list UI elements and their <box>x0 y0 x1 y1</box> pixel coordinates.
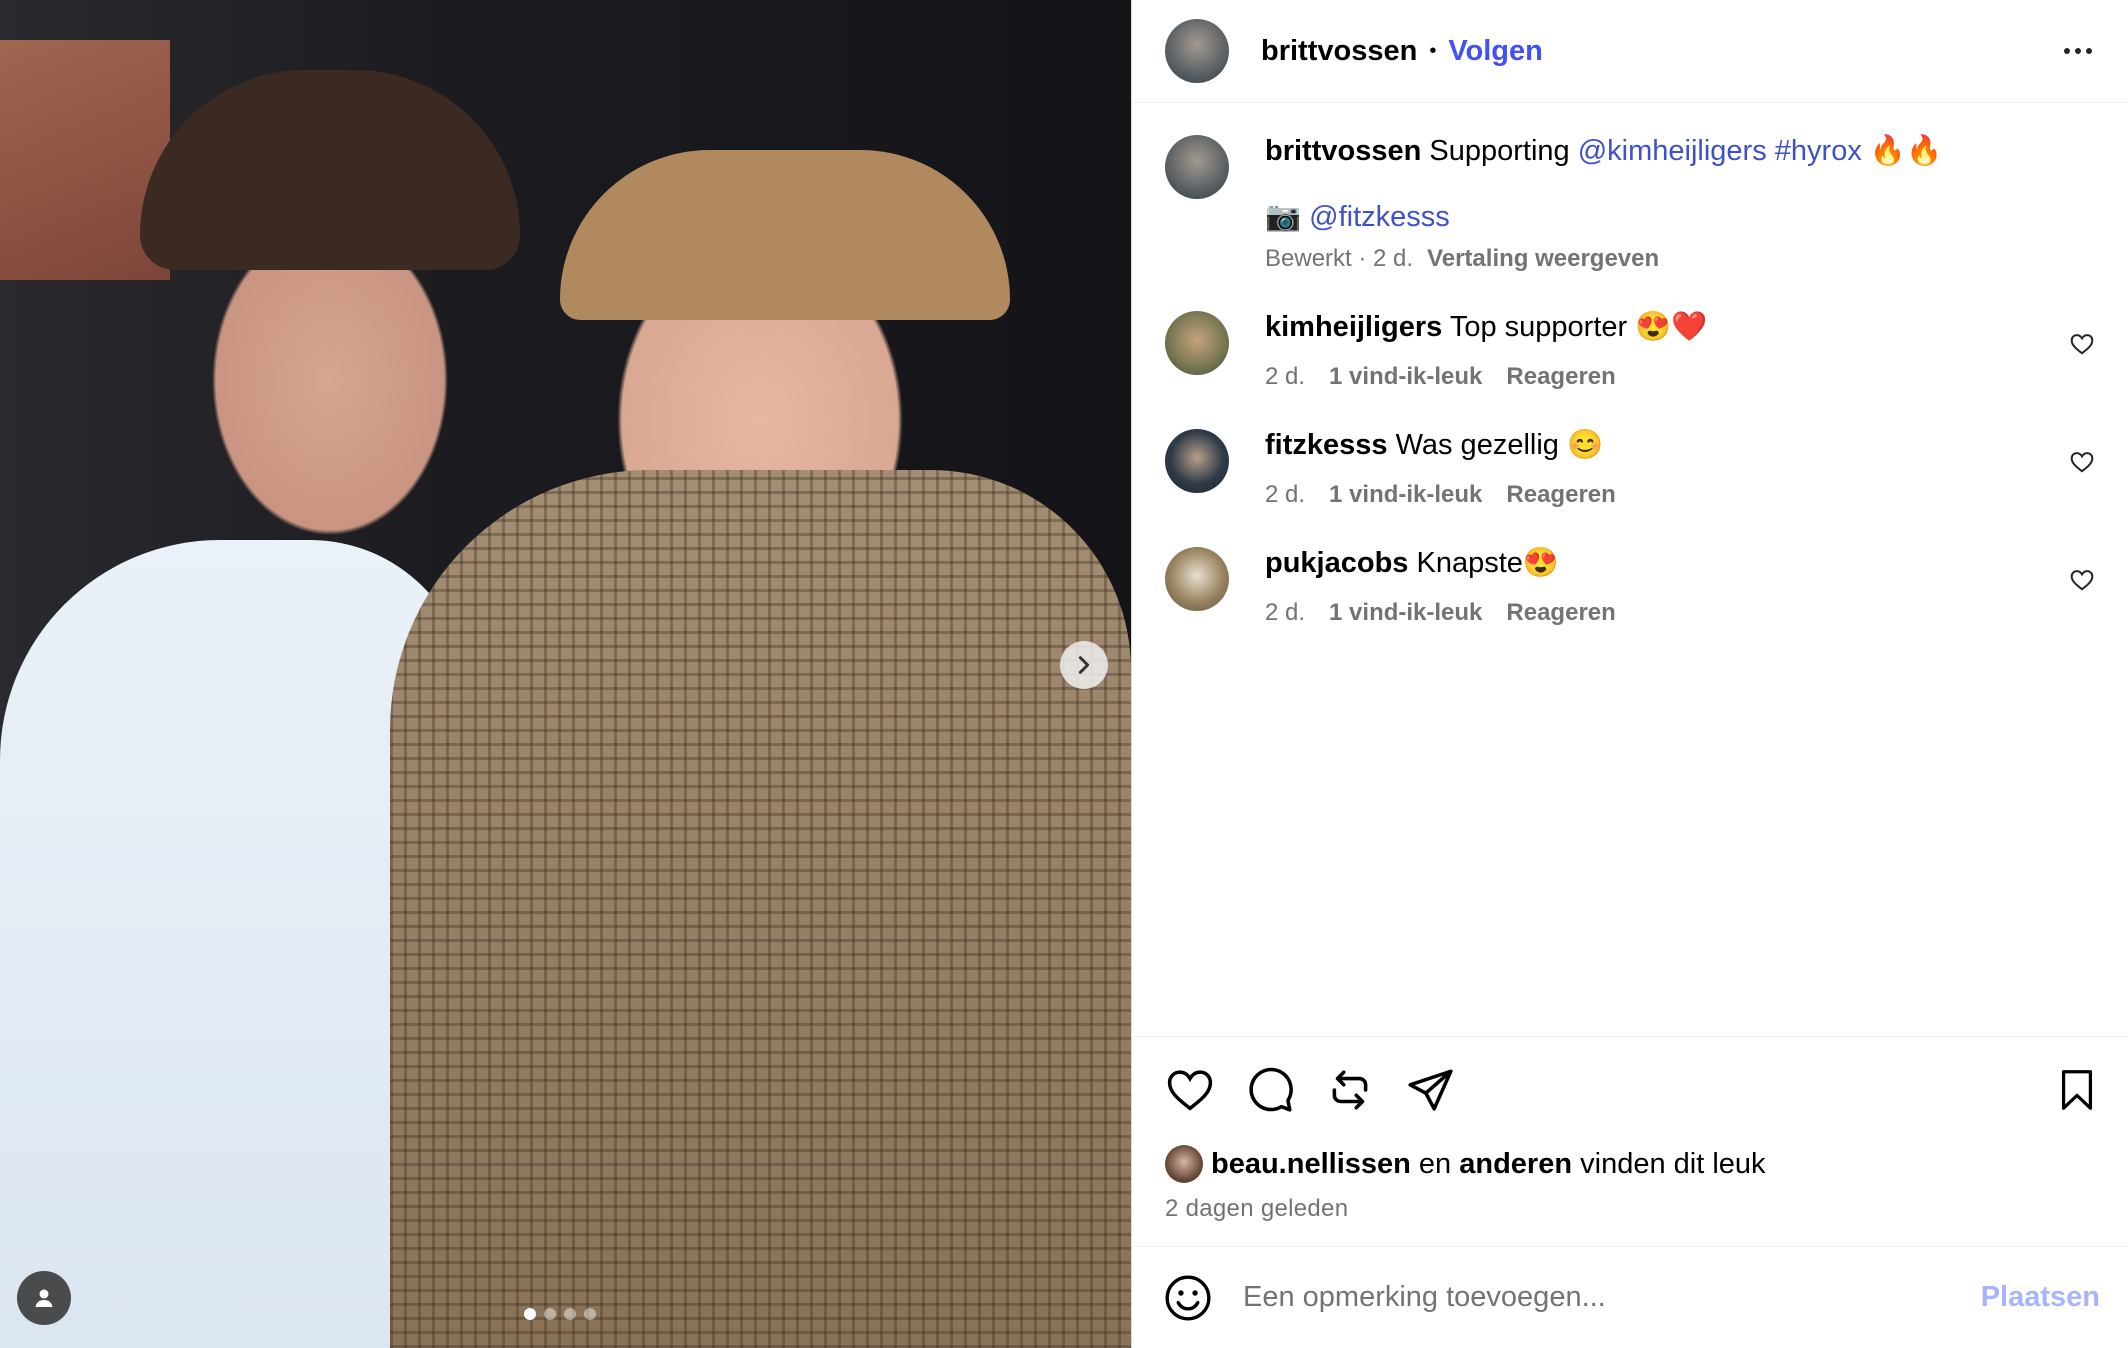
author-username[interactable]: brittvossen <box>1261 35 1417 68</box>
post-comment-button[interactable]: Plaatsen <box>1981 1281 2100 1314</box>
carousel-dot <box>564 1308 576 1320</box>
reply-button[interactable]: Reageren <box>1506 599 1615 627</box>
post-actions: beau.nellissen en anderen vinden dit leu… <box>1132 1036 2128 1246</box>
comment-username[interactable]: kimheijligers <box>1265 311 1442 343</box>
comment-bubble-icon <box>1249 1067 1293 1112</box>
comment-row: fitzkesss Was gezellig 😊 2 d. 1 vind-ik-… <box>1165 429 2095 509</box>
likes-others-link[interactable]: anderen <box>1459 1148 1572 1181</box>
user-icon <box>35 1289 53 1307</box>
save-button[interactable] <box>2054 1067 2100 1113</box>
share-button[interactable] <box>1405 1065 1455 1115</box>
add-comment-bar: Plaatsen <box>1132 1246 2128 1348</box>
comment-row: kimheijligers Top supporter 😍❤️ 2 d. 1 v… <box>1165 311 2095 391</box>
photo-detail <box>140 70 520 270</box>
more-dot-icon <box>2086 48 2092 54</box>
photo-credit-mention[interactable]: @fitzkesss <box>1309 201 1450 233</box>
likes-suffix: vinden dit leuk <box>1580 1147 1766 1180</box>
likes-and: en <box>1418 1147 1452 1180</box>
emoji-picker-button[interactable] <box>1163 1273 1213 1323</box>
like-comment-heart-icon[interactable] <box>2069 449 2095 475</box>
repost-button[interactable] <box>1325 1065 1375 1115</box>
comment-row: pukjacobs Knapste😍 2 d. 1 vind-ik-leuk R… <box>1165 547 2095 627</box>
comment-likes[interactable]: 1 vind-ik-leuk <box>1329 599 1482 627</box>
like-comment-heart-icon[interactable] <box>2069 331 2095 357</box>
comment-age: 2 d. <box>1265 599 1306 626</box>
carousel-indicator <box>524 1308 596 1320</box>
like-button[interactable] <box>1165 1065 1215 1115</box>
comment-age: 2 d. <box>1265 481 1306 508</box>
follow-button[interactable]: Volgen <box>1448 35 1543 68</box>
comment-username[interactable]: fitzkesss <box>1265 429 1388 461</box>
paper-plane-icon <box>1408 1069 1453 1111</box>
carousel-dot <box>584 1308 596 1320</box>
more-dot-icon <box>2075 48 2081 54</box>
comment-text: Knapste😍 <box>1416 547 1560 579</box>
comment-input[interactable] <box>1241 1280 1981 1315</box>
comment-text: Was gezellig 😊 <box>1395 429 1604 461</box>
heart-icon <box>1167 1070 1213 1111</box>
caption-mention[interactable]: @kimheijligers <box>1578 135 1767 167</box>
comment-text: Top supporter 😍❤️ <box>1449 311 1708 343</box>
post-header: brittvossen • Volgen <box>1132 0 2128 103</box>
reply-button[interactable]: Reageren <box>1506 363 1615 391</box>
comment-likes[interactable]: 1 vind-ik-leuk <box>1329 481 1482 509</box>
more-dot-icon <box>2064 48 2070 54</box>
caption-edited-time: Bewerkt · 2 d. <box>1265 245 1414 272</box>
camera-emoji: 📷 <box>1265 201 1302 233</box>
post-side-panel: brittvossen • Volgen brittvossen Support… <box>1131 0 2128 1348</box>
more-options-button[interactable] <box>2056 40 2100 62</box>
post-timestamp[interactable]: 2 dagen geleden <box>1165 1195 2100 1223</box>
comments-list[interactable]: brittvossen Supporting @kimheijligers #h… <box>1132 103 2128 1036</box>
liker-username[interactable]: beau.nellissen <box>1211 1148 1411 1181</box>
caption-emoji: 🔥🔥 <box>1869 135 1943 167</box>
liker-avatar[interactable] <box>1165 1145 1203 1183</box>
carousel-next-button[interactable] <box>1060 641 1108 689</box>
carousel-dot <box>524 1308 536 1320</box>
commenter-avatar[interactable] <box>1165 311 1229 375</box>
bookmark-icon <box>2061 1070 2093 1110</box>
likes-summary: beau.nellissen en anderen vinden dit leu… <box>1165 1145 2100 1183</box>
commenter-avatar[interactable] <box>1165 547 1229 611</box>
like-comment-heart-icon[interactable] <box>2069 567 2095 593</box>
separator-dot: • <box>1429 39 1437 62</box>
photo-detail <box>390 470 1131 1348</box>
see-translation-button[interactable]: Vertaling weergeven <box>1427 245 1659 273</box>
author-avatar[interactable] <box>1165 19 1229 83</box>
carousel-dot <box>544 1308 556 1320</box>
caption: brittvossen Supporting @kimheijligers #h… <box>1165 135 2095 273</box>
chevron-right-icon <box>1078 656 1090 674</box>
comment-button[interactable] <box>1245 1065 1295 1115</box>
caption-avatar[interactable] <box>1165 135 1229 199</box>
repost-icon <box>1332 1070 1368 1110</box>
tagged-users-button[interactable] <box>17 1271 71 1325</box>
photo-detail <box>560 150 1010 320</box>
post-dialog: brittvossen • Volgen brittvossen Support… <box>0 0 2128 1348</box>
caption-username[interactable]: brittvossen <box>1265 135 1421 167</box>
commenter-avatar[interactable] <box>1165 429 1229 493</box>
reply-button[interactable]: Reageren <box>1506 481 1615 509</box>
caption-text: Supporting <box>1429 135 1570 167</box>
comment-age: 2 d. <box>1265 363 1306 390</box>
post-media[interactable] <box>0 0 1131 1348</box>
comment-username[interactable]: pukjacobs <box>1265 547 1408 579</box>
caption-hashtag[interactable]: #hyrox <box>1775 135 1862 167</box>
smiley-icon <box>1165 1275 1211 1320</box>
comment-likes[interactable]: 1 vind-ik-leuk <box>1329 363 1482 391</box>
